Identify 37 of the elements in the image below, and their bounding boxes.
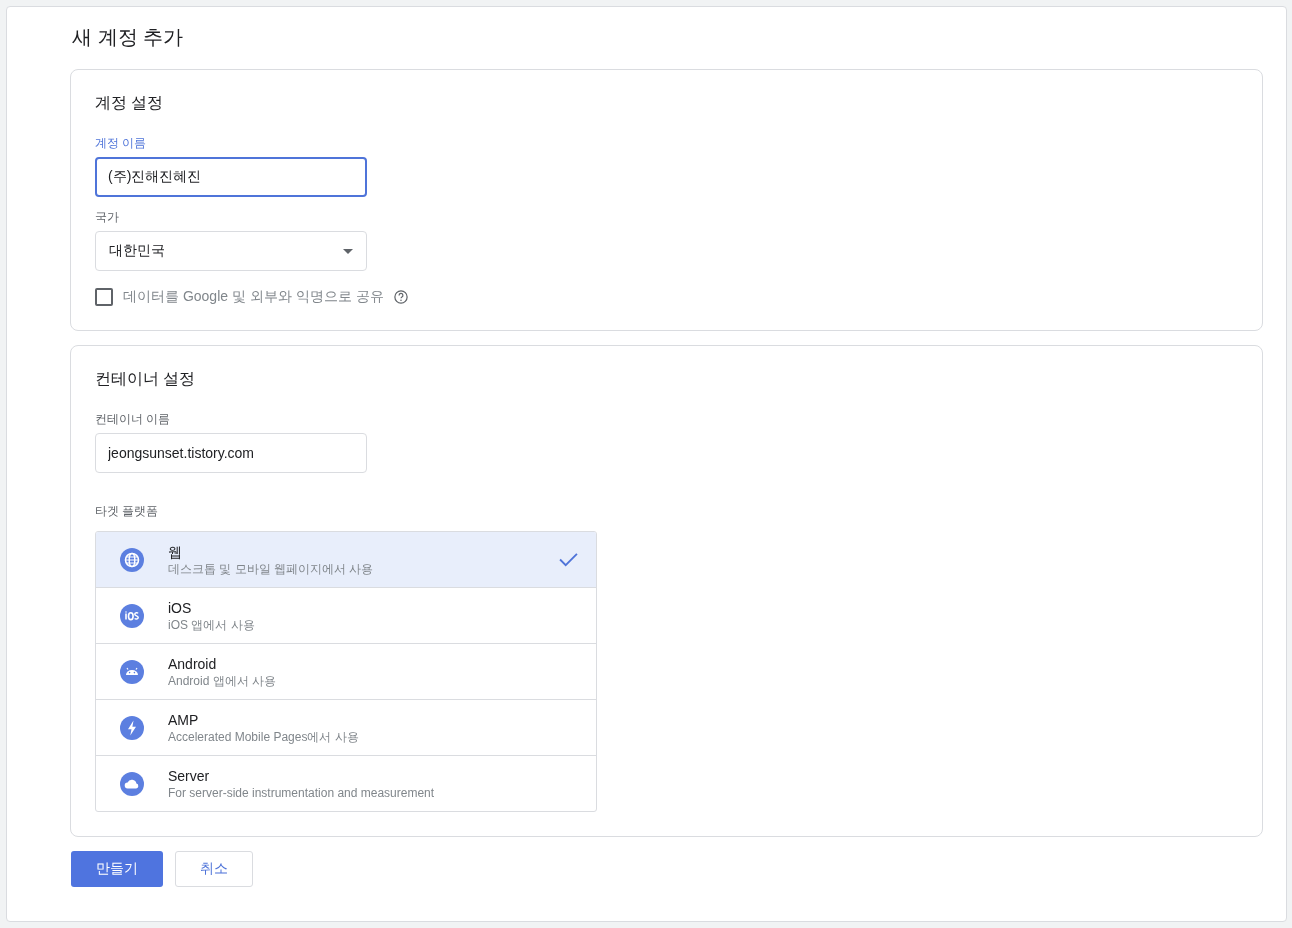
platform-title: AMP <box>168 710 200 729</box>
field-label: 타겟 플랫폼 <box>95 503 159 519</box>
platform-option[interactable]: 웹 데스크톱 및 모바일 웹페이지에서 사용 <box>96 532 596 587</box>
platform-title: Android <box>168 654 218 673</box>
globe-icon <box>120 547 144 572</box>
checkmark-icon <box>559 552 578 567</box>
platform-option[interactable]: Server For server-side instrumentation and measurement <box>96 755 596 811</box>
ios-icon <box>120 603 144 628</box>
platform-title: iOS <box>168 598 193 617</box>
dropdown-caret-icon <box>343 248 353 254</box>
field-label: 계정 이름 <box>95 135 147 151</box>
platform-option[interactable]: Android Android 앱에서 사용 <box>96 643 596 699</box>
section-heading: 컨테이너 설정 <box>95 369 196 389</box>
section-heading: 계정 설정 <box>95 93 164 113</box>
field-label: 국가 <box>95 209 119 225</box>
platform-title: 웹 <box>168 542 183 561</box>
platform-description: iOS 앱에서 사용 <box>168 616 256 633</box>
text-field[interactable]: (주)진해진혜진 <box>95 157 367 197</box>
platform-description: Accelerated Mobile Pages에서 사용 <box>168 728 360 745</box>
help-icon <box>393 290 408 304</box>
platform-title: Server <box>168 766 211 785</box>
lightning-bolt-icon <box>120 715 144 740</box>
page-title: 새 계정 추가 <box>72 25 185 50</box>
cancel-button[interactable]: 취소 <box>175 851 253 887</box>
platform-description: 데스크톱 및 모바일 웹페이지에서 사용 <box>168 560 375 577</box>
checkbox-label: 데이터를 Google 및 외부와 익명으로 공유 <box>123 288 384 306</box>
platform-option[interactable]: iOS iOS 앱에서 사용 <box>96 587 596 643</box>
cloud-icon <box>120 771 144 796</box>
android-icon <box>120 659 144 684</box>
platform-option[interactable]: AMP Accelerated Mobile Pages에서 사용 <box>96 699 596 755</box>
text-field[interactable]: jeongsunset.tistory.com <box>95 433 367 473</box>
field-label: 컨테이너 이름 <box>95 411 171 427</box>
checkbox[interactable] <box>95 288 113 306</box>
platform-description: Android 앱에서 사용 <box>168 672 278 689</box>
platform-description: For server-side instrumentation and measurement <box>168 784 436 801</box>
create-button[interactable]: 만들기 <box>71 851 163 887</box>
country-select[interactable]: 대한민국 <box>95 231 367 271</box>
